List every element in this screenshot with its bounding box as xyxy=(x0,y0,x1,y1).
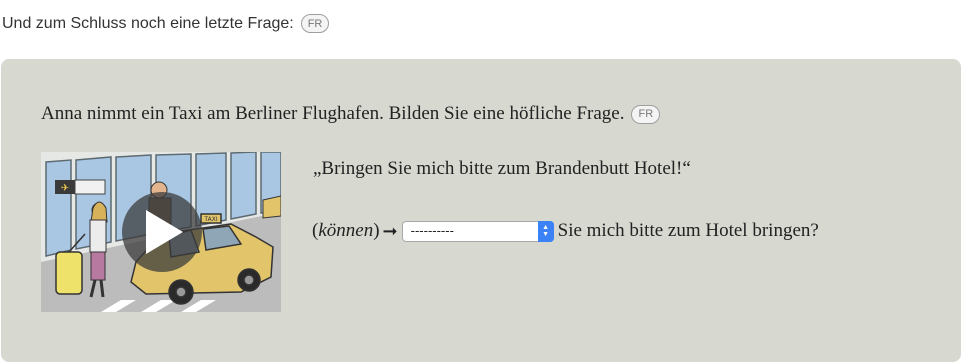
verb-close-paren: ) xyxy=(373,220,380,241)
sentence-end: Sie mich bitte zum Hotel bringen? xyxy=(557,220,819,241)
question-translate-badge[interactable]: FR xyxy=(631,104,661,124)
video-thumbnail: ✈ TAXI xyxy=(41,152,281,312)
exercise-panel: Anna nimmt ein Taxi am Berliner Flughafe… xyxy=(1,59,961,362)
select-value: ---------- xyxy=(410,222,454,238)
translate-badge[interactable]: FR xyxy=(300,14,330,33)
arrow-right-icon: ➞ xyxy=(382,220,398,241)
select-arrows-icon[interactable]: ▲ ▼ xyxy=(537,220,554,242)
video-player[interactable]: ✈ TAXI xyxy=(41,152,281,312)
verb-infinitive: können xyxy=(318,220,374,241)
answer-line: (können) ➞ ---------- ▲ ▼ Sie mich bitte … xyxy=(312,220,819,242)
quote-text: „Bringen Sie mich bitte zum Brandenbutt … xyxy=(313,158,691,179)
answer-select[interactable]: ---------- ▲ ▼ xyxy=(401,220,554,242)
verb-hint: (können) xyxy=(312,220,380,242)
intro-text: Und zum Schluss noch eine letzte Frage: xyxy=(2,14,294,32)
taxi-sign: TAXI xyxy=(203,216,217,223)
question-line: Anna nimmt ein Taxi am Berliner Flughafe… xyxy=(41,103,661,125)
svg-text:✈: ✈ xyxy=(61,183,69,194)
intro-line: Und zum Schluss noch eine letzte Frage: … xyxy=(2,14,330,33)
question-text: Anna nimmt ein Taxi am Berliner Flughafe… xyxy=(41,103,625,124)
